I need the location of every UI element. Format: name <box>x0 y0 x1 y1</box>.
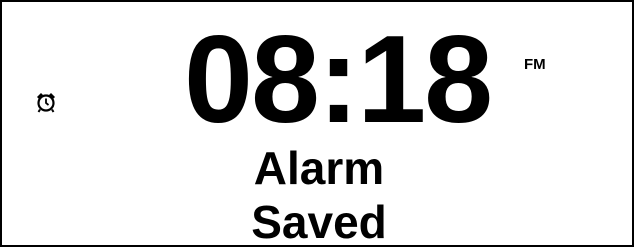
radio-display-screen: 08:18 FM Alarm Saved <box>0 0 634 247</box>
clock-time: 08:18 <box>184 11 493 149</box>
alarm-clock-icon <box>35 91 57 113</box>
band-indicator: FM <box>524 56 546 73</box>
status-message-line-2: Saved <box>251 196 387 247</box>
status-message-line-1: Alarm <box>253 142 385 194</box>
